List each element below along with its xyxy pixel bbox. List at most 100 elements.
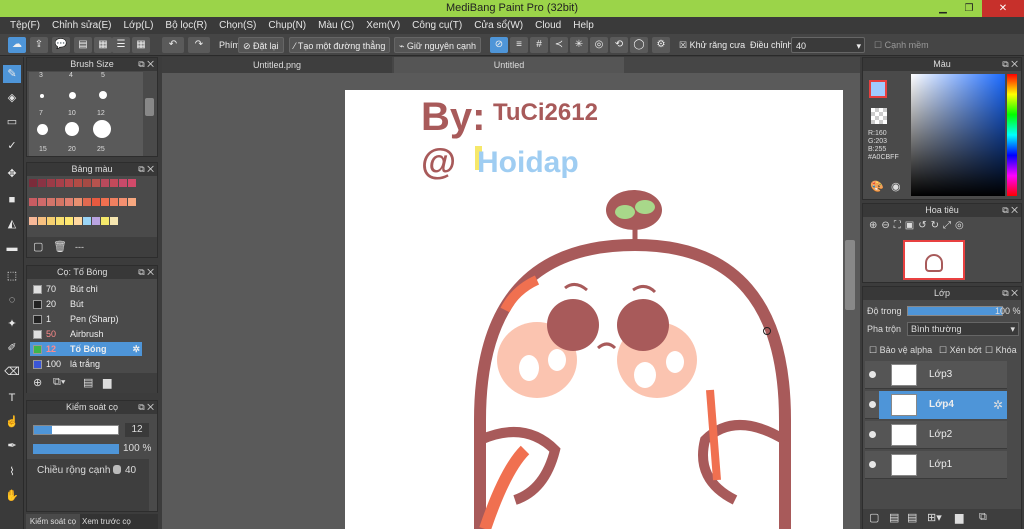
redo-icon[interactable]: ↷ xyxy=(188,37,210,53)
palette-swatch[interactable] xyxy=(56,179,64,187)
menu-select[interactable]: Chọn(S) xyxy=(213,17,262,34)
transparent-swatch[interactable] xyxy=(871,108,887,124)
keep-edge-button[interactable]: ⌁ Giữ nguyên cạnh xyxy=(394,37,481,53)
new-layer-8bit-icon[interactable]: ▤ xyxy=(889,511,899,524)
reset-button[interactable]: ⊘ Đặt lại xyxy=(238,37,284,53)
palette-swatch[interactable] xyxy=(74,198,82,206)
folder-icon[interactable]: ▆ xyxy=(103,376,111,389)
adjust-select[interactable]: 40 ▾ xyxy=(791,37,865,53)
eye-icon[interactable] xyxy=(869,461,876,468)
size-dot[interactable] xyxy=(37,124,48,135)
palette-swatch[interactable] xyxy=(56,217,64,225)
add-layer-menu-icon[interactable]: ⊞▾ xyxy=(927,511,942,524)
clip-checkbox[interactable]: ☐ Xén bớt xyxy=(939,345,982,356)
gradient-tool-icon[interactable]: ▬ xyxy=(3,239,21,257)
bucket-tool-icon[interactable]: ◭ xyxy=(3,215,21,233)
snap-curve-icon[interactable]: ⟲ xyxy=(610,37,628,53)
divide-tool-icon[interactable]: ✒ xyxy=(3,437,21,455)
actual-size-icon[interactable]: ▣ xyxy=(905,220,914,238)
palette-swatch[interactable] xyxy=(74,217,82,225)
brush-item[interactable]: 100 lá trắng xyxy=(30,357,140,371)
fit-icon[interactable]: ⛶ xyxy=(894,220,901,238)
list-icon[interactable]: ☰ xyxy=(112,37,130,53)
reset-view-icon[interactable]: ◎ xyxy=(955,220,964,238)
size-value[interactable]: 12 xyxy=(125,423,149,437)
panel-close-icon[interactable]: ⧉ ✕ xyxy=(138,401,154,414)
size-dot[interactable] xyxy=(65,122,79,136)
restore-icon[interactable]: ❐ xyxy=(956,0,982,17)
palette-swatch[interactable] xyxy=(47,179,55,187)
new-page-icon[interactable]: ▢ xyxy=(33,240,43,253)
soft-edge-toggle[interactable]: ☐ Cạnh mềm xyxy=(874,37,929,53)
new-layer-icon[interactable]: ▢ xyxy=(869,511,879,524)
edge-knob[interactable] xyxy=(113,465,121,474)
eye-icon[interactable] xyxy=(869,401,876,408)
rotate-left-icon[interactable]: ↺ xyxy=(918,220,926,238)
color-settings-icon[interactable]: ◉ xyxy=(891,180,901,193)
palette-swatch[interactable] xyxy=(110,198,118,206)
palette-swatch[interactable] xyxy=(119,198,127,206)
size-slider[interactable] xyxy=(33,425,119,435)
layer-opacity-slider[interactable] xyxy=(907,306,1003,316)
palette-swatch[interactable] xyxy=(101,198,109,206)
panel-close-icon[interactable]: ⧉ ✕ xyxy=(138,58,154,71)
layer-row[interactable]: Lớp2 xyxy=(865,421,1007,449)
scrollbar-thumb[interactable] xyxy=(145,98,154,116)
eye-icon[interactable] xyxy=(869,371,876,378)
panel-close-icon[interactable]: ⧉ ✕ xyxy=(138,266,154,279)
snap-cross-icon[interactable]: ✳ xyxy=(570,37,588,53)
palette-swatch[interactable] xyxy=(29,217,37,225)
palette-swatch[interactable] xyxy=(65,217,73,225)
palette-swatch[interactable] xyxy=(101,217,109,225)
comment-icon[interactable]: 💬 xyxy=(52,37,70,53)
brush-item-selected[interactable]: 12 Tố Bóng ✲ xyxy=(30,342,142,356)
palette-swatch[interactable] xyxy=(29,198,37,206)
palette-swatch[interactable] xyxy=(65,198,73,206)
protect-alpha-checkbox[interactable]: ☐ Bảo vệ alpha xyxy=(869,345,932,356)
text-tool-icon[interactable]: T xyxy=(3,389,21,407)
drawing-canvas[interactable]: By: TuCi2612 @ Hoidap xyxy=(345,90,843,529)
snap-grid-icon[interactable]: # xyxy=(530,37,548,53)
palette-swatch[interactable] xyxy=(47,217,55,225)
snap-parallel-icon[interactable]: ≡ xyxy=(510,37,528,53)
operation-tool-icon[interactable]: ☝ xyxy=(3,413,21,431)
fullscreen-icon[interactable]: ⤢ xyxy=(943,220,951,238)
palette-swatch[interactable] xyxy=(56,198,64,206)
tab-brush-preview[interactable]: Xem trước cọ xyxy=(82,514,131,529)
snap-circle-icon[interactable]: ◎ xyxy=(590,37,608,53)
menu-file[interactable]: Tệp(F) xyxy=(4,17,46,34)
size-dot[interactable] xyxy=(99,91,107,99)
palette-swatch[interactable] xyxy=(29,179,37,187)
move-tool-icon[interactable]: ✥ xyxy=(3,165,21,183)
layer-row[interactable]: Lớp4 ✲ xyxy=(865,391,1007,419)
menu-edit[interactable]: Chỉnh sửa(E) xyxy=(46,17,118,34)
palette-swatch[interactable] xyxy=(65,179,73,187)
primary-color-swatch[interactable] xyxy=(869,80,887,98)
palette-icon[interactable]: 🎨 xyxy=(870,180,884,193)
brush-tool-icon[interactable]: ✎ xyxy=(3,65,21,83)
palette-swatch[interactable] xyxy=(92,217,100,225)
palette-swatch[interactable] xyxy=(47,198,55,206)
snap-ellipse-icon[interactable]: ◯ xyxy=(630,37,648,53)
undo-icon[interactable]: ↶ xyxy=(162,37,184,53)
layer-row[interactable]: Lớp1 xyxy=(865,451,1007,479)
snap-off-icon[interactable]: ⊘ xyxy=(490,37,508,53)
palette-swatch[interactable] xyxy=(83,217,91,225)
lasso-tool-icon[interactable]: ✓ xyxy=(3,137,21,155)
menu-help[interactable]: Help xyxy=(567,17,600,34)
edit-brush-icon[interactable]: ▤ xyxy=(83,376,93,389)
lock-checkbox[interactable]: ☐ Khóa xyxy=(985,345,1017,356)
select-eraser-icon[interactable]: ⌫ xyxy=(3,363,21,381)
palette-swatch[interactable] xyxy=(38,198,46,206)
brush-item[interactable]: 1 Pen (Sharp) xyxy=(30,312,140,326)
size-dot[interactable] xyxy=(40,94,44,98)
brush-item[interactable]: 50 Airbrush xyxy=(30,327,140,341)
panel-close-icon[interactable]: ⧉ ✕ xyxy=(138,163,154,176)
palette-swatch[interactable] xyxy=(92,198,100,206)
antialias-toggle[interactable]: ☒ Khử răng cưa xyxy=(679,37,745,53)
share-icon[interactable]: ⇪ xyxy=(30,37,48,53)
gear-icon[interactable]: ✲ xyxy=(132,342,140,356)
select-pen-icon[interactable]: ✐ xyxy=(3,339,21,357)
grid-icon[interactable]: ▦ xyxy=(132,37,150,53)
palette-swatch[interactable] xyxy=(110,179,118,187)
